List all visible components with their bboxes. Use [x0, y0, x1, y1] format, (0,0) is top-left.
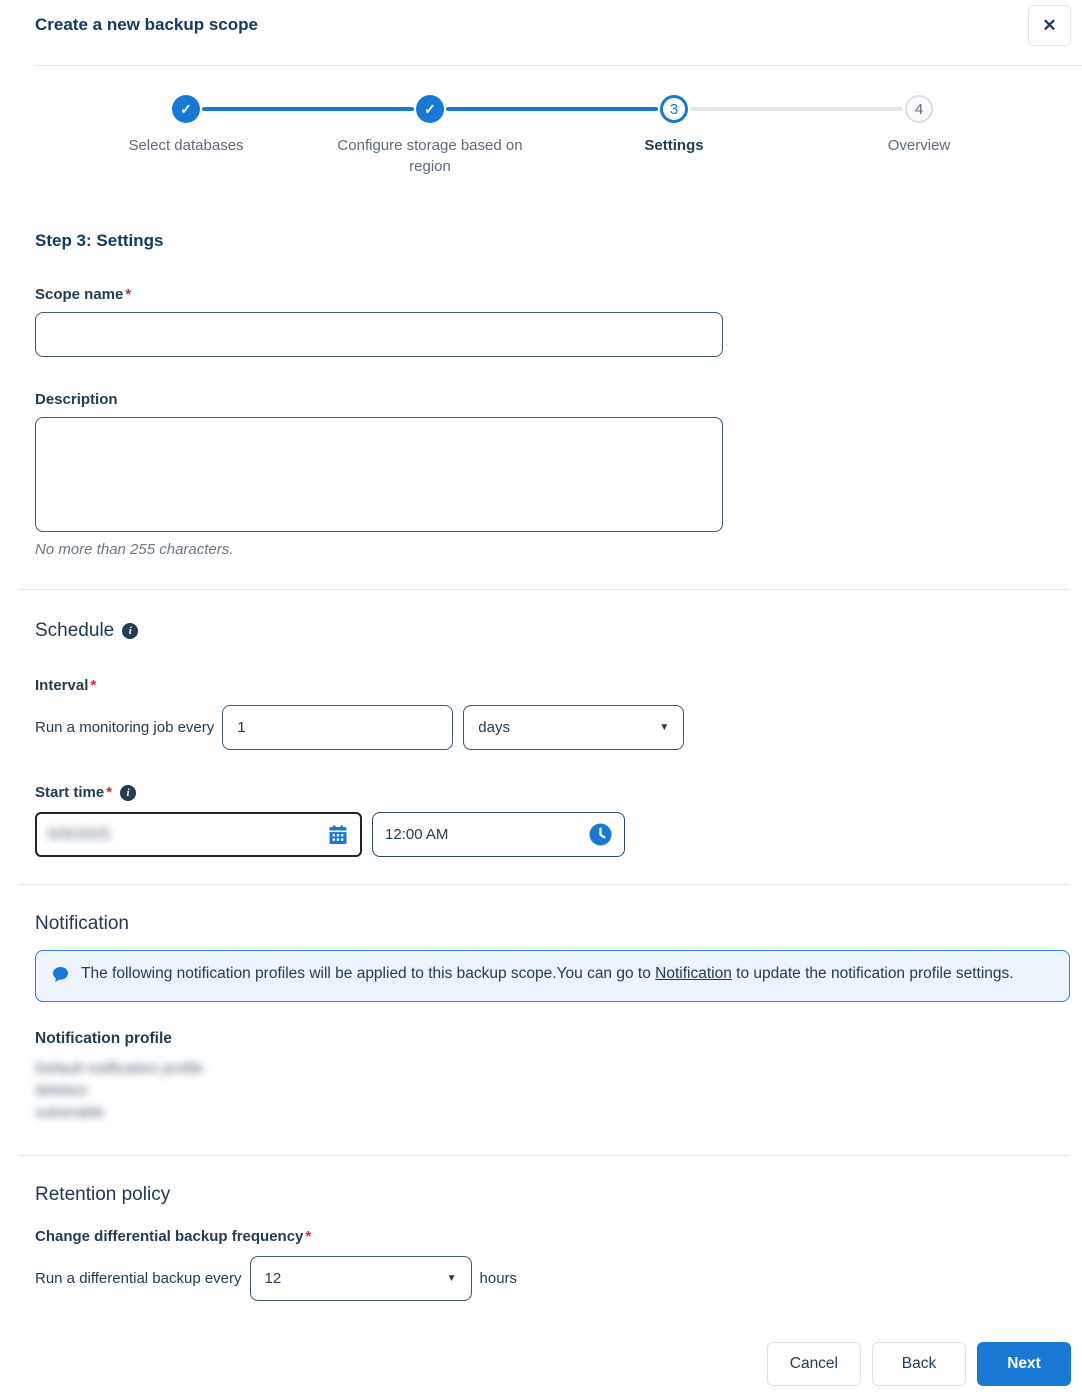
required-asterisk: * — [90, 677, 97, 694]
wizard-stepper: ✓ ✓ 3 4 Select databases Configure stora… — [0, 0, 1082, 200]
retention-policy-heading: Retention policy — [35, 1184, 171, 1205]
chevron-down-icon: ▼ — [659, 722, 670, 733]
step-number: 4 — [914, 100, 924, 118]
interval-unit-select[interactable]: days ▼ — [463, 705, 685, 750]
back-button[interactable]: Back — [872, 1342, 966, 1386]
required-asterisk: * — [305, 1228, 312, 1245]
start-time-label: Start time * i — [35, 783, 1070, 803]
required-asterisk: * — [125, 286, 132, 303]
scope-name-input[interactable] — [35, 312, 723, 357]
step-heading: Step 3: Settings — [35, 231, 164, 250]
cancel-button[interactable]: Cancel — [766, 1342, 861, 1386]
info-icon[interactable]: i — [120, 785, 137, 801]
notification-link[interactable]: Notification — [655, 965, 732, 982]
differential-frequency-label: Change differential backup frequency * — [35, 1227, 1070, 1247]
start-time-value: 12:00 AM — [385, 826, 449, 843]
scope-name-label: Scope name * — [35, 285, 1070, 305]
description-label: Description — [35, 391, 118, 408]
notification-info-banner: The following notification profiles will… — [35, 950, 1070, 1002]
notification-profile-item-redacted: Default notification profile — [35, 1060, 204, 1077]
info-icon[interactable]: i — [122, 623, 139, 639]
stepper-connector-upcoming — [690, 107, 903, 111]
scope-name-label-text: Scope name — [35, 286, 124, 303]
interval-label: Interval * — [35, 676, 1070, 696]
banner-text: The following notification profiles will… — [81, 962, 1014, 990]
start-time-label-text: Start time * — [35, 784, 113, 801]
divider — [18, 884, 1070, 885]
stepper-connector-completed — [446, 107, 658, 111]
description-textarea[interactable] — [35, 417, 723, 532]
interval-unit-value: days — [478, 719, 510, 736]
notification-profile-item-redacted: vulnerable — [35, 1104, 105, 1121]
step-1-circle[interactable]: ✓ — [172, 95, 200, 123]
differential-frequency-value: 12 — [264, 1270, 282, 1287]
banner-text-after: to update the notification profile setti… — [731, 965, 1014, 982]
differential-frequency-select[interactable]: 12 ▼ — [249, 1256, 472, 1301]
notification-profile-list: Default notification profile deletion vu… — [35, 1058, 1070, 1124]
interval-value-input[interactable] — [222, 705, 454, 750]
check-icon: ✓ — [180, 100, 192, 117]
differential-frequency-label-text: Change differential backup frequency — [35, 1228, 304, 1245]
clock-icon[interactable] — [589, 823, 612, 846]
start-date-input[interactable]: 6/9/2025 — [35, 812, 362, 857]
differential-unit-text: hours — [479, 1270, 518, 1287]
calendar-icon[interactable] — [327, 824, 349, 846]
divider — [18, 1155, 1070, 1156]
differential-prefix-text: Run a differential backup every — [35, 1270, 242, 1287]
next-button[interactable]: Next — [977, 1342, 1071, 1386]
step-3-circle[interactable]: 3 — [660, 95, 688, 123]
chevron-down-icon: ▼ — [446, 1273, 457, 1284]
speech-bubble-icon — [52, 966, 69, 990]
start-time-input[interactable]: 12:00 AM — [372, 812, 625, 857]
notification-profile-label: Notification profile — [35, 1030, 172, 1047]
step-number: 3 — [669, 100, 679, 118]
schedule-heading: Schedule i — [35, 619, 1070, 643]
schedule-heading-text: Schedule — [35, 620, 115, 641]
required-asterisk: * — [106, 784, 113, 801]
notification-heading: Notification — [35, 913, 129, 934]
step-4-circle: 4 — [905, 95, 933, 123]
step-2-circle[interactable]: ✓ — [416, 95, 444, 123]
divider — [18, 589, 1070, 590]
step-4-label: Overview — [887, 137, 951, 154]
step-2-label: Configure storage based on region — [337, 137, 523, 175]
stepper-connector-completed — [202, 107, 414, 111]
description-helper-text: No more than 255 characters. — [35, 541, 234, 558]
step-1-label: Select databases — [128, 137, 244, 154]
banner-text-before: The following notification profiles will… — [81, 965, 656, 982]
interval-label-text: Interval — [35, 677, 89, 694]
notification-profile-item-redacted: deletion — [35, 1082, 88, 1099]
check-icon: ✓ — [424, 100, 436, 117]
footer-actions: Cancel Back Next — [766, 1342, 1071, 1386]
interval-prefix-text: Run a monitoring job every — [35, 719, 215, 736]
step-3-label: Settings — [644, 137, 704, 154]
start-date-value-redacted: 6/9/2025 — [48, 825, 111, 843]
